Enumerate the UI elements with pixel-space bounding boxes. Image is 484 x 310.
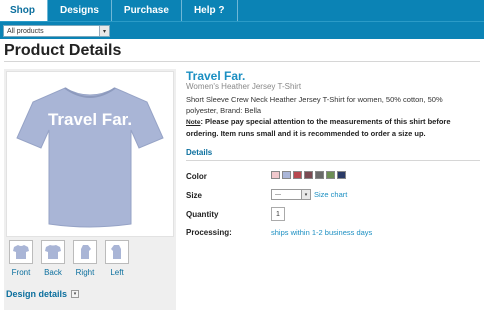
size-select[interactable]: --- ▾ <box>271 189 311 200</box>
thumbnail-back[interactable] <box>41 240 65 264</box>
color-swatch[interactable] <box>293 171 302 179</box>
chevron-down-icon: ▾ <box>99 26 109 36</box>
color-swatch[interactable] <box>271 171 280 179</box>
tshirt-side-icon <box>111 245 121 259</box>
thumbnail-front-label[interactable]: Front <box>12 268 31 277</box>
view-thumbnails: Front Back Right Left <box>9 240 129 277</box>
category-select[interactable]: All products ▾ <box>3 25 110 37</box>
tshirt-icon <box>13 245 29 259</box>
processing-value: ships within 1-2 business days <box>271 228 373 237</box>
divider <box>186 160 480 161</box>
processing-label: Processing: <box>186 228 232 237</box>
thumbnail-left-label[interactable]: Left <box>110 268 123 277</box>
filter-bar: All products ▾ <box>0 21 484 39</box>
details-heading: Details <box>186 148 213 157</box>
color-swatch[interactable] <box>337 171 346 179</box>
shirt-print-text: Travel Far. <box>48 110 132 129</box>
note-label: Note <box>186 119 201 126</box>
product-main-image: Travel Far. <box>6 71 174 237</box>
tshirt-image: Travel Far. <box>16 87 164 228</box>
size-label: Size <box>186 191 203 200</box>
product-description: Short Sleeve Crew Neck Heather Jersey T-… <box>186 95 443 115</box>
tab-help[interactable]: Help ? <box>182 0 238 21</box>
color-swatch[interactable] <box>282 171 291 179</box>
thumbnail-left[interactable] <box>105 240 129 264</box>
tab-designs[interactable]: Designs <box>48 0 112 21</box>
size-select-value: --- <box>275 191 281 198</box>
chevron-down-icon: ▾ <box>71 290 80 298</box>
tab-purchase[interactable]: Purchase <box>112 0 182 21</box>
product-name: Travel Far. <box>186 69 246 83</box>
thumbnail-front[interactable] <box>9 240 33 264</box>
divider <box>4 61 480 62</box>
color-swatches <box>271 171 346 179</box>
page-title: Product Details <box>4 42 122 59</box>
design-details-label: Design details <box>6 289 68 299</box>
category-select-value: All products <box>7 27 44 35</box>
thumbnail-back-label[interactable]: Back <box>44 268 62 277</box>
color-swatch[interactable] <box>315 171 324 179</box>
color-swatch[interactable] <box>304 171 313 179</box>
view-front: Front <box>9 240 33 277</box>
tshirt-side-icon <box>81 245 91 259</box>
view-left: Left <box>105 240 129 277</box>
note-text: : Please pay special attention to the me… <box>186 117 451 138</box>
view-back: Back <box>41 240 65 277</box>
view-right: Right <box>73 240 97 277</box>
quantity-input[interactable]: 1 <box>271 207 285 221</box>
top-nav-tabs: Shop Designs Purchase Help ? <box>0 0 484 21</box>
thumbnail-right-label[interactable]: Right <box>76 268 95 277</box>
thumbnail-right[interactable] <box>73 240 97 264</box>
quantity-label: Quantity <box>186 210 219 219</box>
chevron-down-icon: ▾ <box>301 190 310 199</box>
size-chart-link[interactable]: Size chart <box>314 190 347 199</box>
design-details-toggle[interactable]: Design details ▾ <box>6 289 80 299</box>
product-image-panel: Travel Far. Front Back Right Left Design… <box>4 69 176 310</box>
product-note: Note: Please pay special attention to th… <box>186 116 478 139</box>
tshirt-icon <box>45 245 61 259</box>
color-label: Color <box>186 172 207 181</box>
tab-shop[interactable]: Shop <box>0 0 48 21</box>
color-swatch[interactable] <box>326 171 335 179</box>
product-subtitle: Women's Heather Jersey T-Shirt <box>186 82 302 91</box>
